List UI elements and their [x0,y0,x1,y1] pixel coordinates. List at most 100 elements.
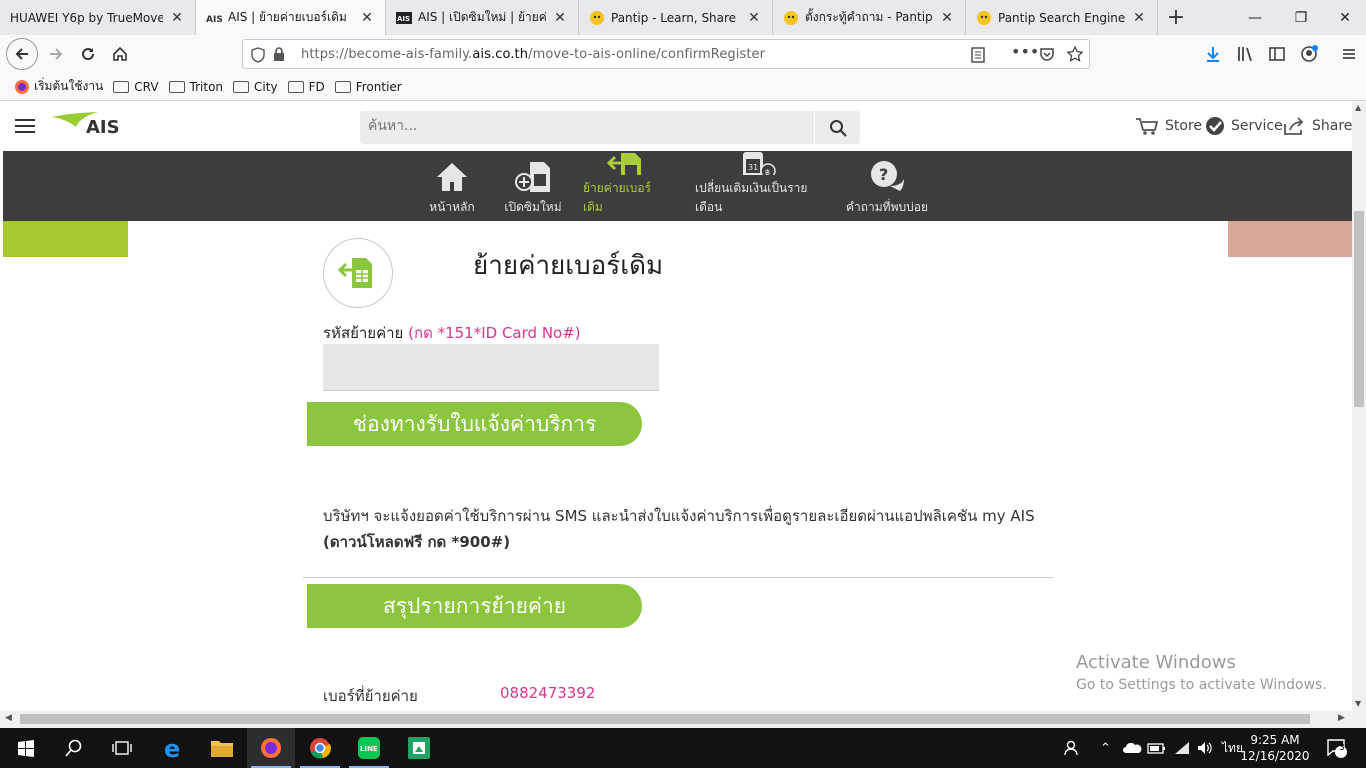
scroll-up-icon[interactable]: ▲ [1355,103,1361,112]
scroll-left-icon[interactable]: ◀ [5,713,12,723]
search-taskbar-button[interactable] [50,728,98,768]
sidebar-toggle-icon[interactable] [1268,45,1286,63]
menu-item-move-number[interactable]: ย้ายค่ายเบอร์เดิม [583,151,669,221]
folder-icon [168,80,185,93]
horizontal-scrollbar[interactable]: ◀ ▶ [0,711,1352,727]
pocket-icon[interactable] [1039,46,1055,62]
firefox-taskbar-button[interactable] [247,728,295,768]
browser-tab[interactable]: AIS AIS | เปิดซิมใหม่ | ย้ายค่าย ✕ [386,0,579,35]
menu-item-new-sim[interactable]: เปิดซิมใหม่ [503,151,563,221]
forward-button[interactable] [40,38,72,70]
close-tab-icon[interactable]: ✕ [552,10,568,26]
store-link[interactable]: Store [1135,116,1202,136]
web-page: AIS Store Service Share หน้าหลัก เป [0,101,1352,711]
close-window-button[interactable]: ✕ [1322,0,1366,35]
scroll-down-icon[interactable]: ▼ [1355,699,1361,708]
close-tab-icon[interactable]: ✕ [746,10,762,26]
vertical-scroll-thumb[interactable] [1354,211,1364,407]
search-button[interactable] [814,111,860,144]
service-link[interactable]: Service [1205,116,1283,136]
close-tab-icon[interactable]: ✕ [1131,10,1147,26]
lock-icon [274,47,284,61]
line-taskbar-button[interactable]: LINE [345,728,393,768]
bookmark-item[interactable]: เริ่มต้นใช้งาน [14,77,103,96]
minimize-button[interactable]: — [1232,0,1278,35]
move-number-icon [338,258,372,288]
bookmark-label: CRV [134,79,159,94]
browser-tab[interactable]: ตั้งกระทู้คำถาม - Pantip ✕ [773,0,966,35]
search-input[interactable] [368,118,798,134]
pantip-favicon-icon [589,10,605,26]
bookmark-label: Triton [189,79,224,94]
activation-watermark-subtitle: Go to Settings to activate Windows. [1076,677,1327,693]
green-app-taskbar-button[interactable] [395,728,443,768]
menu-icon[interactable] [1340,45,1358,63]
account-icon[interactable] [1300,45,1318,63]
browser-tab-active[interactable]: AIS AIS | ย้ายค่ายเบอร์เดิม ✕ [196,0,386,35]
browser-tab[interactable]: Pantip Search Engine - Pa ✕ [966,0,1158,35]
action-center-button[interactable]: 3 [1326,728,1348,768]
reload-icon [82,48,95,61]
browser-tab[interactable]: Pantip - Learn, Share & F ✕ [579,0,773,35]
bookmark-folder[interactable]: FD [287,80,325,94]
scroll-right-icon[interactable]: ▶ [1338,713,1345,723]
menu-item-faq[interactable]: ? คำถามที่พบบ่อย [845,151,929,221]
chrome-taskbar-button[interactable] [296,728,344,768]
home-button[interactable] [104,38,136,70]
home-icon [437,163,467,191]
show-hidden-icons-icon[interactable]: ⌃ [1100,728,1111,768]
vertical-scrollbar[interactable]: ▲ ▼ [1352,101,1366,711]
battery-icon[interactable] [1147,728,1167,768]
close-tab-icon[interactable]: ✕ [359,10,375,26]
tab-title: AIS | เปิดซิมใหม่ | ย้ายค่าย [418,10,546,24]
clock-date: 12/16/2020 [1240,749,1310,763]
menu-item-home[interactable]: หน้าหลัก [429,151,475,221]
store-label: Store [1165,118,1203,134]
billing-channel-heading: ช่องทางรับใบแจ้งค่าบริการ [307,402,642,446]
file-explorer-taskbar-button[interactable] [198,728,246,768]
bookmark-folder[interactable]: Frontier [334,80,402,94]
menu-item-label: ย้ายค่ายเบอร์เดิม [583,181,651,214]
bookmark-folder[interactable]: Triton [168,79,224,94]
firefox-icon [15,79,29,94]
svg-text:e: e [164,736,180,760]
reload-button[interactable] [72,38,104,70]
ais-logo[interactable]: AIS [50,109,130,143]
menu-item-label: เปลี่ยนเติมเงินเป็นรายเดือน [695,181,808,214]
people-icon[interactable] [1063,728,1081,768]
browser-tab[interactable]: HUAWEI Y6p by TrueMove H ✕ [0,0,196,35]
horizontal-scroll-thumb[interactable] [20,714,1310,724]
new-tab-button[interactable]: + [1158,0,1194,35]
bookmark-star-icon[interactable] [1067,46,1083,62]
bookmark-folder[interactable]: CRV [113,79,159,94]
start-button[interactable] [2,728,50,768]
task-view-button[interactable] [98,728,146,768]
close-tab-icon[interactable]: ✕ [169,10,185,26]
reader-view-icon[interactable] [971,47,985,63]
bookmarks-toolbar: เริ่มต้นใช้งาน CRV Triton City FD Fronti… [0,73,1366,101]
restore-button[interactable]: ❐ [1278,0,1324,35]
back-button[interactable] [6,38,38,70]
taskbar-clock[interactable]: 9:25 AM 12/16/2020 [1240,732,1310,764]
task-view-icon [112,741,132,755]
share-link[interactable]: Share [1282,116,1352,136]
menu-item-prepaid-to-postpaid[interactable]: 31 ฿ เปลี่ยนเติมเงินเป็นรายเดือน [695,151,821,221]
summary-number-value: 0882473392 [500,684,596,702]
url-bar[interactable]: https://become-ais-family.ais.co.th/move… [242,39,1090,69]
pantip-favicon-icon [783,10,799,26]
volume-icon[interactable] [1196,728,1214,768]
hamburger-menu-icon[interactable] [15,118,35,134]
tab-title: Pantip - Learn, Share & F [611,10,740,25]
close-tab-icon[interactable]: ✕ [939,10,955,26]
svg-text:฿: ฿ [765,168,770,175]
page-actions-icon[interactable]: ••• [1011,42,1039,61]
bookmark-folder[interactable]: City [233,80,278,94]
download-icon[interactable] [1204,45,1222,63]
edge-taskbar-button[interactable]: e [150,728,198,768]
ais-favicon-icon: AIS [396,10,412,26]
library-icon[interactable] [1236,45,1254,63]
transfer-code-input[interactable] [323,344,659,391]
wifi-icon[interactable] [1173,728,1191,768]
onedrive-icon[interactable] [1122,728,1142,768]
summary-heading: สรุปรายการย้ายค่าย [307,584,642,628]
